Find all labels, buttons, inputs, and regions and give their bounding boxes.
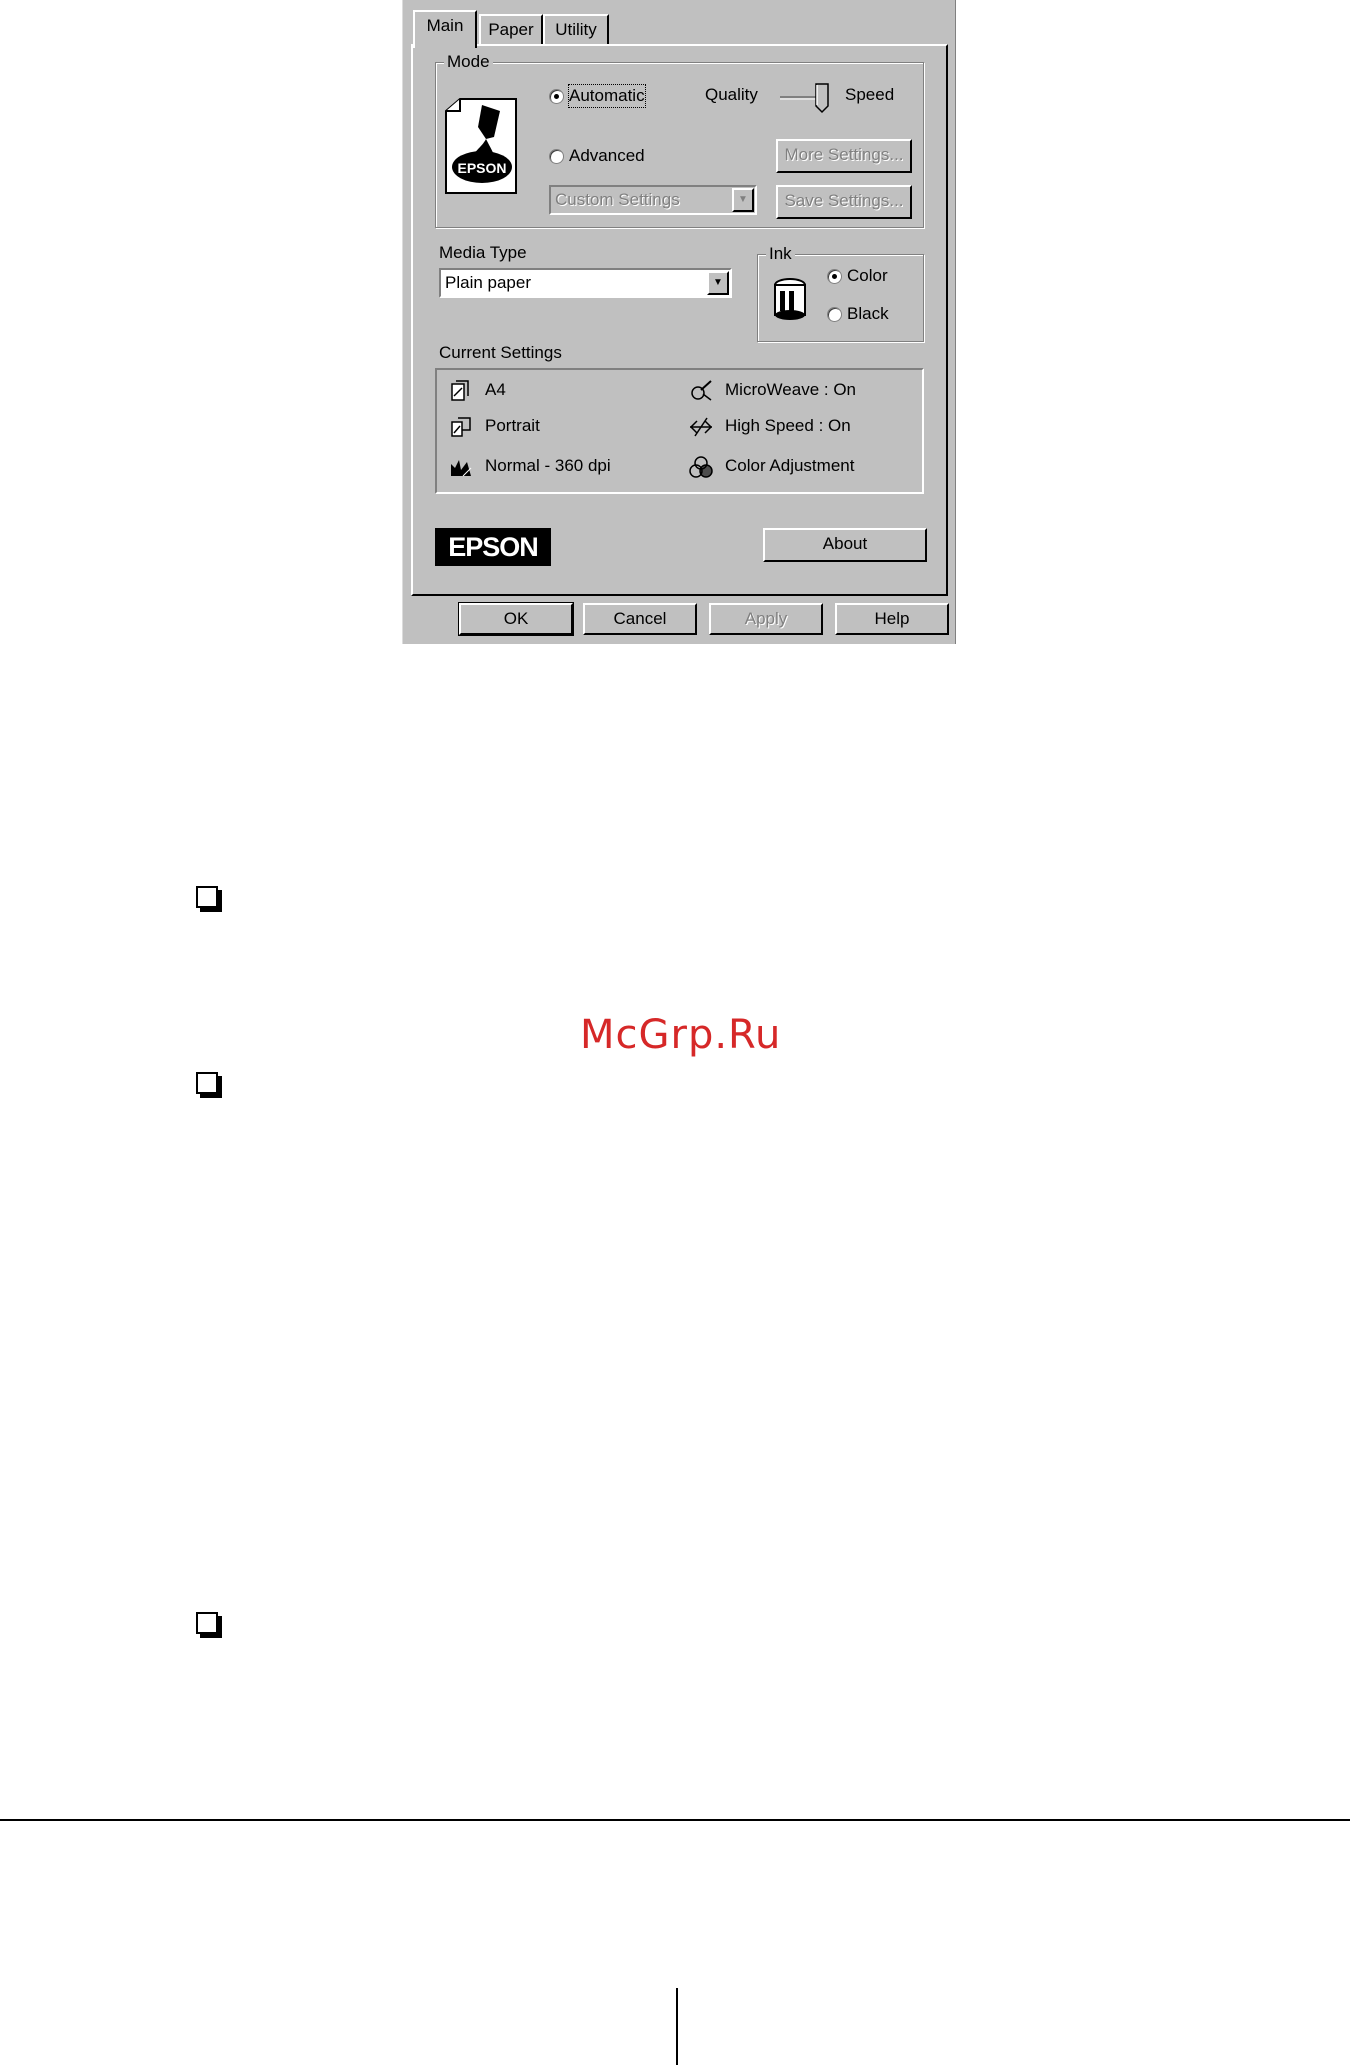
ink-black-radio[interactable] xyxy=(827,307,842,322)
setting-orientation: Portrait xyxy=(485,416,540,435)
quality-label: Quality xyxy=(705,85,758,104)
tab-paper-label: Paper xyxy=(488,20,534,39)
about-button-label: About xyxy=(822,534,868,553)
footer-rule xyxy=(0,1819,1350,1821)
epson-logo: EPSON xyxy=(435,528,551,566)
tab-main-label: Main xyxy=(426,16,464,35)
ink-color-radio[interactable] xyxy=(827,269,842,284)
advanced-label[interactable]: Advanced xyxy=(569,145,645,167)
current-settings-label: Current Settings xyxy=(439,343,562,362)
tab-utility-label: Utility xyxy=(555,20,597,39)
mode-group: Mode EPSON Automatic Quality Speed Advan… xyxy=(435,51,924,228)
mode-group-title: Mode xyxy=(444,51,493,73)
ink-color-label[interactable]: Color xyxy=(847,265,888,287)
setting-color-adjustment: Color Adjustment xyxy=(725,456,855,475)
advanced-radio[interactable] xyxy=(549,149,564,164)
cancel-button[interactable]: Cancel xyxy=(583,603,697,635)
tab-main[interactable]: Main xyxy=(413,10,477,48)
apply-button-label: Apply xyxy=(744,609,788,628)
media-type-label: Media Type xyxy=(439,243,527,262)
cancel-button-label: Cancel xyxy=(613,609,667,628)
ink-cartridge-icon xyxy=(774,278,806,320)
ok-button-label: OK xyxy=(503,609,529,628)
microweave-icon xyxy=(691,380,712,401)
apply-button[interactable]: Apply xyxy=(709,603,823,635)
epson-mode-icon xyxy=(445,98,517,194)
media-type-value: Plain paper xyxy=(445,273,532,292)
more-settings-button[interactable]: More Settings... xyxy=(776,139,912,173)
help-button[interactable]: Help xyxy=(835,603,949,635)
ink-group: Ink Color Black xyxy=(757,243,924,342)
more-settings-label: More Settings... xyxy=(784,145,904,164)
watermark: McGrp.Ru xyxy=(580,1012,782,1058)
printer-properties-dialog: Main Paper Utility Mode EPSON Automatic … xyxy=(402,0,956,644)
quality-speed-slider[interactable] xyxy=(778,82,834,114)
quality-icon xyxy=(451,460,472,477)
bullet-checkbox-2 xyxy=(196,1072,218,1094)
chevron-down-icon[interactable]: ▼ xyxy=(707,271,729,295)
setting-resolution: Normal - 360 dpi xyxy=(485,456,611,475)
high-speed-icon xyxy=(689,417,713,437)
help-button-label: Help xyxy=(874,609,910,628)
bullet-checkbox-1 xyxy=(196,886,218,908)
ink-group-title: Ink xyxy=(766,243,795,265)
bullet-checkbox-3 xyxy=(196,1612,218,1634)
paper-size-icon xyxy=(451,380,469,401)
orientation-icon xyxy=(451,417,471,437)
color-adjust-icon xyxy=(689,456,713,478)
setting-high-speed: High Speed : On xyxy=(725,416,851,435)
setting-paper-size: A4 xyxy=(485,380,506,399)
ink-black-label[interactable]: Black xyxy=(847,303,889,325)
setting-microweave: MicroWeave : On xyxy=(725,380,857,399)
about-button[interactable]: About xyxy=(763,528,927,562)
automatic-radio[interactable] xyxy=(549,89,564,104)
tab-utility[interactable]: Utility xyxy=(543,14,609,44)
ok-button[interactable]: OK xyxy=(458,602,574,636)
custom-settings-value: Custom Settings xyxy=(555,190,680,209)
epson-mode-icon-text: EPSON xyxy=(457,160,507,176)
tab-paper[interactable]: Paper xyxy=(479,14,543,44)
speed-label: Speed xyxy=(845,85,895,104)
save-settings-label: Save Settings... xyxy=(784,191,904,210)
automatic-label[interactable]: Automatic xyxy=(568,84,646,108)
custom-settings-dropdown[interactable]: Custom Settings ▼ xyxy=(549,185,757,215)
media-type-dropdown[interactable]: Plain paper ▼ xyxy=(439,268,732,298)
tab-panel-main: Mode EPSON Automatic Quality Speed Advan… xyxy=(411,44,948,596)
current-settings-panel: A4 MicroWeave : On Portrait High Speed :… xyxy=(435,368,924,494)
chevron-down-icon[interactable]: ▼ xyxy=(732,188,754,212)
page-divider xyxy=(676,1988,678,2065)
save-settings-button[interactable]: Save Settings... xyxy=(776,185,912,219)
